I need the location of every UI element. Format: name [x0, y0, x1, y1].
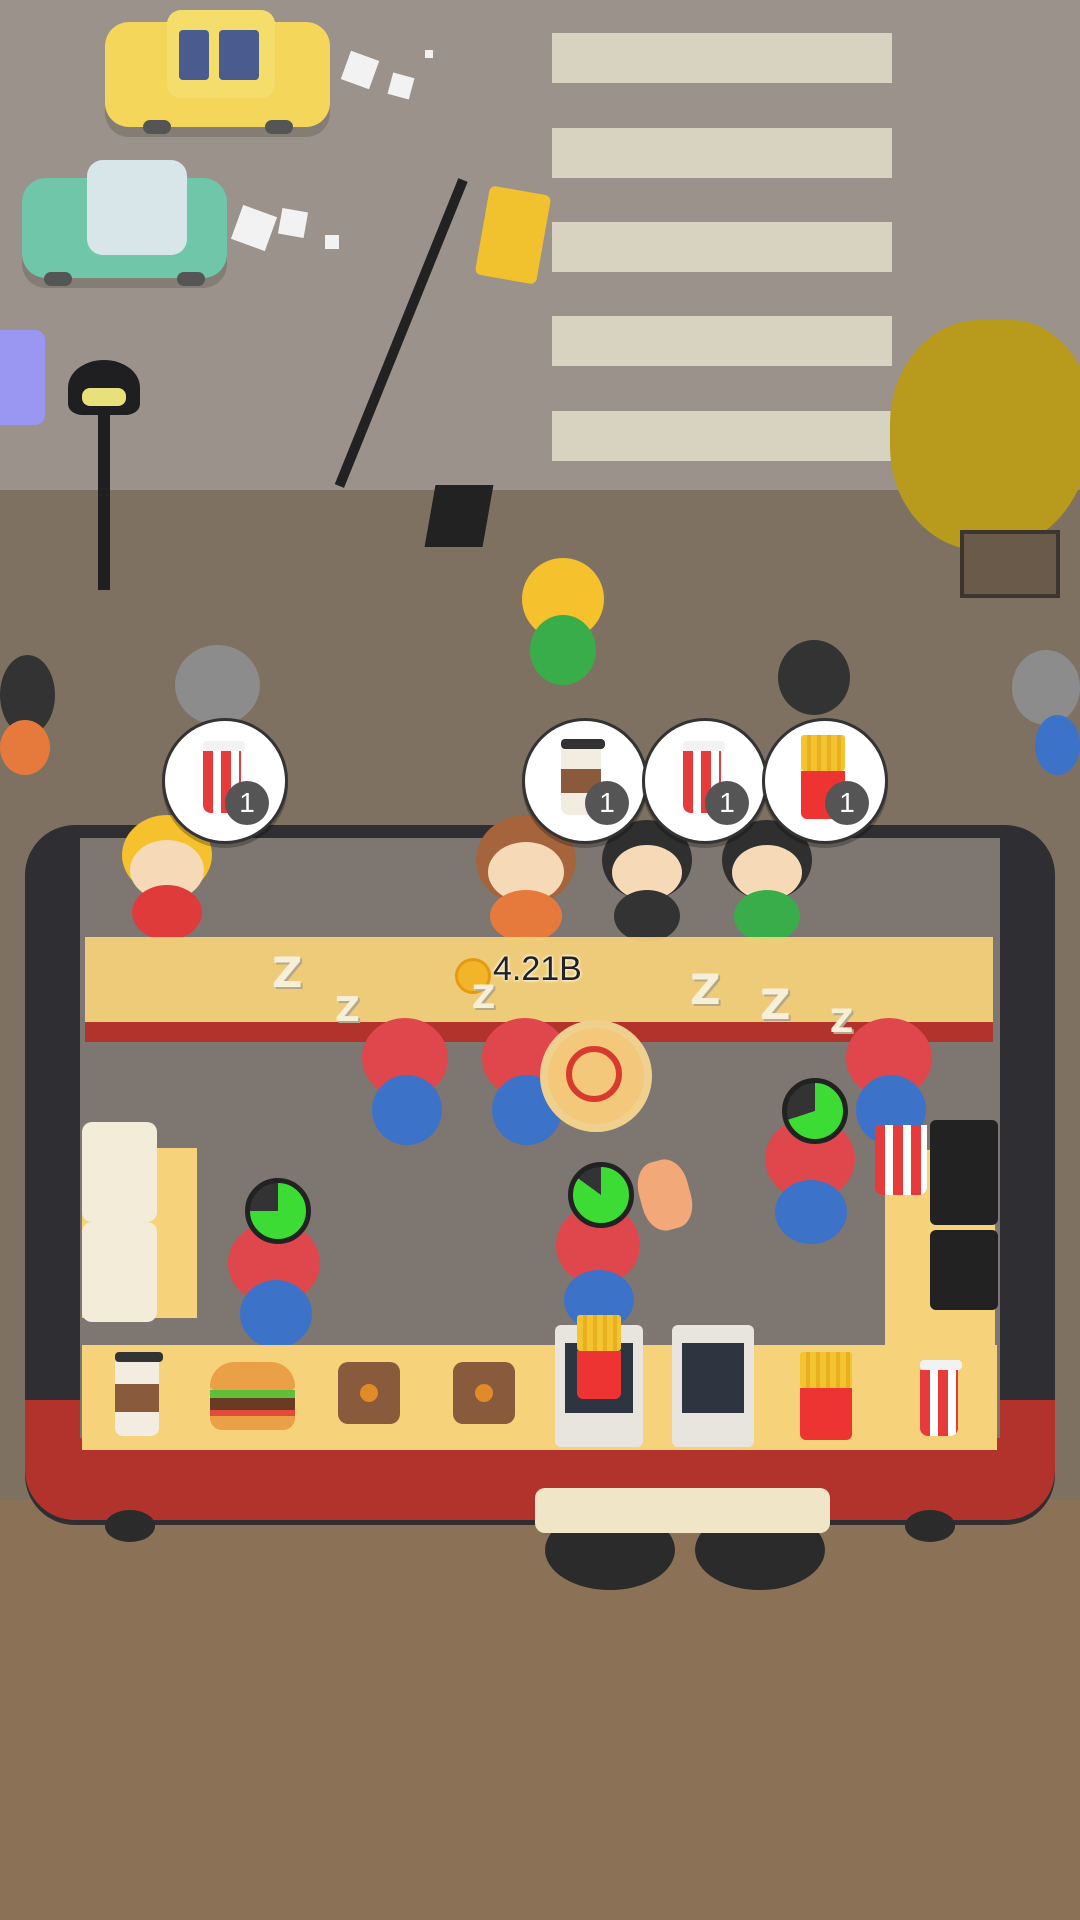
wheel [143, 120, 171, 134]
hat-band [566, 1046, 622, 1102]
coffee-cup-icon[interactable] [115, 1352, 163, 1436]
order-bubble[interactable]: 1 [162, 718, 288, 844]
customer-body [614, 890, 680, 942]
lamp-light [82, 388, 126, 406]
order-count-badge: 1 [825, 781, 869, 825]
staff-body [775, 1180, 847, 1244]
fryer-icon[interactable] [555, 1315, 643, 1447]
sleep-z: Z [690, 965, 721, 1014]
purple-car [0, 330, 45, 425]
truck-wheel [905, 1510, 955, 1542]
customer-hair [1012, 650, 1080, 725]
progress-timer [782, 1078, 848, 1144]
sleep-z: Z [272, 948, 303, 997]
wheel [265, 120, 293, 134]
crosswalk-stripe [552, 316, 892, 366]
burger-icon[interactable] [210, 1362, 295, 1432]
customer-body [490, 890, 562, 942]
car-window [179, 30, 209, 80]
order-count-badge: 1 [705, 781, 749, 825]
street-lamp-pole [98, 415, 110, 590]
sleep-z: Z [760, 980, 791, 1029]
fries-icon[interactable] [800, 1352, 852, 1440]
customer-body [734, 890, 800, 942]
sleep-z: Z [335, 990, 360, 1030]
customer-body [1035, 715, 1080, 775]
wheel [44, 272, 72, 286]
car-roof [87, 160, 187, 255]
crosswalk-stripe [552, 411, 892, 461]
truck-wheel [105, 1510, 155, 1542]
coffee-machine[interactable] [82, 1222, 157, 1322]
wheel [177, 272, 205, 286]
sleep-z: Z [472, 978, 496, 1016]
progress-timer [568, 1162, 634, 1228]
cutting-board-icon[interactable] [453, 1362, 515, 1424]
progress-timer [245, 1178, 311, 1244]
player-straw-hat[interactable] [540, 1020, 652, 1132]
yellow-car [105, 10, 330, 134]
customer-hair [175, 645, 260, 725]
order-count-badge: 1 [225, 781, 269, 825]
cutting-board-icon[interactable] [338, 1362, 400, 1424]
ground [0, 1500, 1080, 1920]
street-lamp-head [68, 360, 140, 415]
soda-cup-icon[interactable] [920, 1360, 962, 1436]
coffee-machine[interactable] [82, 1122, 157, 1222]
truck-step [535, 1488, 830, 1533]
soda-machine[interactable] [930, 1230, 998, 1310]
order-bubble[interactable]: 1 [762, 718, 888, 844]
order-bubble[interactable]: 1 [522, 718, 648, 844]
exhaust-puff [325, 235, 339, 249]
customer-hair [778, 640, 850, 715]
teal-car [22, 160, 227, 286]
customer-body [0, 720, 50, 775]
fryer-icon[interactable] [672, 1325, 754, 1447]
soda-cup-icon [875, 1125, 927, 1195]
fries-icon [577, 1315, 621, 1399]
signal-base [424, 485, 494, 547]
car-roof [167, 10, 275, 98]
staff-body [240, 1280, 312, 1348]
car-window [219, 30, 259, 80]
sleep-z: Z [830, 1002, 854, 1040]
staff-body [372, 1075, 442, 1145]
crosswalk-stripe [552, 33, 892, 83]
crosswalk-stripe [552, 222, 892, 272]
customer-body [530, 615, 596, 685]
crosswalk-stripe [552, 128, 892, 178]
soda-machine[interactable] [930, 1120, 998, 1225]
exhaust-puff [277, 207, 309, 239]
money-value: 4.21B [493, 950, 582, 988]
order-count-badge: 1 [585, 781, 629, 825]
tree-canopy [890, 320, 1080, 550]
exhaust-puff [425, 50, 433, 58]
order-bubble[interactable]: 1 [642, 718, 768, 844]
customer-body [132, 885, 202, 940]
tree-planter [960, 530, 1060, 598]
